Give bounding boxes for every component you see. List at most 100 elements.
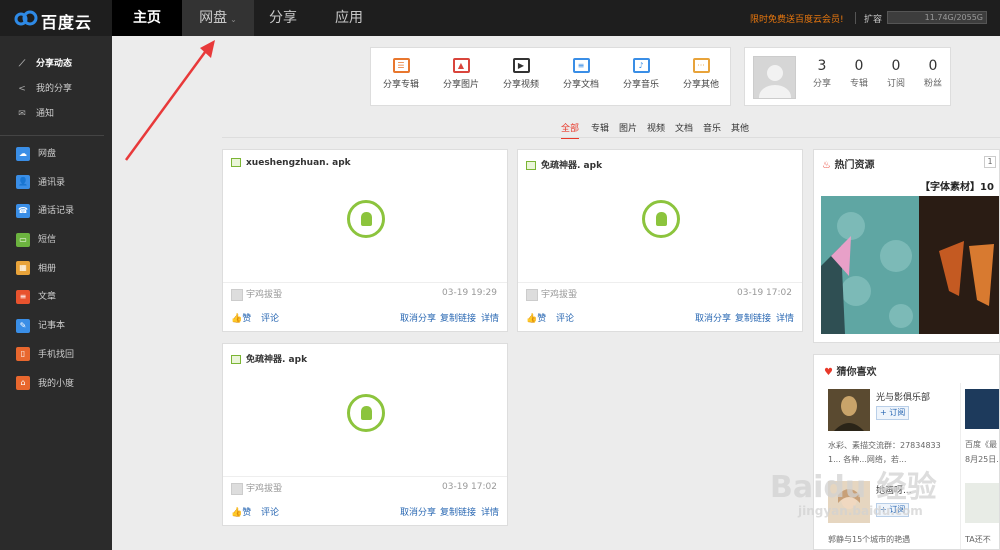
sidebar-item-netdisk[interactable]: ☁ 网盘 — [0, 140, 112, 169]
baidu-cloud-logo[interactable]: 百度云 — [14, 7, 114, 32]
share-album-button[interactable]: ☰ 分享专辑 — [371, 48, 431, 105]
like-button[interactable]: 👍赞 — [526, 311, 546, 324]
nav-apps[interactable]: 应用 — [320, 0, 378, 36]
sidebar-item-contacts[interactable]: 👤 通讯录 — [0, 169, 112, 198]
nav-share-label: 分享 — [269, 10, 297, 26]
card-user[interactable]: 宇鸡拔蛩 — [231, 287, 282, 301]
nav-apps-label: 应用 — [335, 10, 363, 26]
stat-fans[interactable]: 0 粉丝 — [916, 58, 950, 89]
comment-link[interactable]: 评论 — [556, 311, 574, 324]
tab-music[interactable]: 音乐 — [703, 121, 721, 134]
fire-icon: ♨ — [822, 160, 831, 171]
fire-text-image — [919, 196, 999, 334]
sidebar-item-share-activity[interactable]: ⟋ 分享动态 — [0, 52, 104, 77]
cancel-share-link[interactable]: 取消分享 — [400, 505, 436, 518]
recommend-thumbnail[interactable] — [965, 483, 999, 523]
share-card[interactable]: 免疏神器. apk 宇鸡拔蛩 03-19 17:02 👍赞 评论 取消分享 复制… — [517, 149, 803, 332]
music-icon: ♪ — [632, 58, 650, 73]
card-user[interactable]: 宇鸡拔蛩 — [526, 287, 577, 301]
copy-link-link[interactable]: 复制链接 — [440, 311, 476, 324]
share-card[interactable]: 免疏神器. apk 宇鸡拔蛩 03-19 17:02 👍赞 评论 取消分享 复制… — [222, 343, 508, 526]
chevron-down-icon: ⌄ — [230, 15, 237, 24]
like-button[interactable]: 👍赞 — [231, 505, 251, 518]
like-label: 赞 — [242, 314, 252, 324]
card-divider — [518, 282, 802, 283]
sms-icon: ▭ — [16, 232, 30, 247]
card-user[interactable]: 宇鸡拔蛩 — [231, 481, 282, 495]
card-title[interactable]: 免疏神器. apk — [231, 352, 307, 365]
share-music-button[interactable]: ♪ 分享音乐 — [611, 48, 671, 105]
sidebar-item-my-shares[interactable]: < 我的分享 — [0, 77, 104, 102]
sidebar-item-articles[interactable]: ≡ 文章 — [0, 283, 112, 312]
recommend-thumbnail[interactable] — [828, 389, 870, 431]
card-divider — [223, 282, 507, 283]
share-video-button[interactable]: ▶ 分享视频 — [491, 48, 551, 105]
share-other-button[interactable]: ··· 分享其他 — [671, 48, 731, 105]
card-username: 宇鸡拔蛩 — [246, 290, 283, 300]
sidebar-item-label: 通讯录 — [38, 177, 66, 188]
sidebar-item-label: 短信 — [38, 235, 57, 246]
cloud-icon: ☁ — [16, 146, 30, 161]
stat-shares[interactable]: 3 分享 — [805, 58, 839, 89]
cancel-share-link[interactable]: 取消分享 — [695, 311, 731, 324]
image-icon: ▲ — [452, 58, 470, 73]
vip-promo-link[interactable]: 限时免费送百度云会员! — [750, 12, 844, 25]
sidebar-top-list: ⟋ 分享动态 < 我的分享 ✉ 通知 — [0, 52, 104, 127]
android-icon — [347, 200, 385, 238]
hot-page-indicator[interactable]: 1 — [984, 156, 996, 168]
sidebar-item-sms[interactable]: ▭ 短信 — [0, 226, 112, 255]
recommend-thumbnail[interactable] — [965, 389, 999, 429]
portrait-thumbnail-image — [828, 389, 870, 431]
sidebar-item-phone-find[interactable]: ▯ 手机找回 — [0, 341, 112, 370]
tab-images[interactable]: 图片 — [619, 121, 637, 134]
avatar[interactable] — [753, 56, 796, 99]
details-link[interactable]: 详情 — [481, 311, 499, 324]
thumbs-up-icon: 👍 — [231, 508, 243, 518]
like-button[interactable]: 👍赞 — [231, 311, 251, 324]
sidebar-item-label: 记事本 — [38, 321, 66, 332]
sidebar-divider — [0, 135, 104, 136]
hot-resource-title[interactable]: 【字体素材】10 — [920, 178, 994, 193]
hot-resource-image[interactable] — [821, 196, 919, 334]
tab-documents[interactable]: 文档 — [675, 121, 693, 134]
copy-link-link[interactable]: 复制链接 — [735, 311, 771, 324]
comment-link[interactable]: 评论 — [261, 505, 279, 518]
share-image-button[interactable]: ▲ 分享图片 — [431, 48, 491, 105]
nav-netdisk[interactable]: 网盘 ⌄ — [182, 0, 254, 36]
sidebar-item-call-log[interactable]: ☎ 通话记录 — [0, 197, 112, 226]
sidebar-item-photos[interactable]: ▦ 相册 — [0, 255, 112, 284]
sidebar-item-label: 分享动态 — [36, 59, 73, 69]
sidebar-item-notifications[interactable]: ✉ 通知 — [0, 102, 104, 127]
article-icon: ≡ — [16, 289, 30, 304]
details-link[interactable]: 详情 — [776, 311, 794, 324]
share-document-button[interactable]: ≡ 分享文档 — [551, 48, 611, 105]
sidebar-item-xiaodu[interactable]: ⌂ 我的小度 — [0, 370, 112, 399]
copy-link-link[interactable]: 复制链接 — [440, 505, 476, 518]
recommend-name[interactable]: 光与影俱乐部 — [876, 390, 930, 403]
tab-videos[interactable]: 视频 — [647, 121, 665, 134]
comment-link[interactable]: 评论 — [261, 311, 279, 324]
cancel-share-link[interactable]: 取消分享 — [400, 311, 436, 324]
nav-share[interactable]: 分享 — [254, 0, 312, 36]
stat-albums[interactable]: 0 专辑 — [842, 58, 876, 89]
stat-subscriptions[interactable]: 0 订阅 — [879, 58, 913, 89]
stat-label: 订阅 — [886, 79, 905, 89]
profile-panel: 3 分享 0 专辑 0 订阅 0 粉丝 — [744, 47, 951, 106]
other-icon: ··· — [692, 58, 710, 73]
sidebar-item-label: 相册 — [38, 263, 57, 274]
hot-resource-image-2[interactable] — [919, 196, 999, 334]
sidebar-item-notepad[interactable]: ✎ 记事本 — [0, 312, 112, 341]
nav-home[interactable]: 主页 — [112, 0, 182, 36]
tab-albums[interactable]: 专辑 — [591, 121, 609, 134]
share-icon: < — [18, 84, 26, 94]
heart-icon: ♥ — [824, 367, 833, 378]
card-title[interactable]: 免疏神器. apk — [526, 158, 602, 171]
card-title[interactable]: xueshengzhuan. apk — [231, 158, 351, 170]
subscribe-button[interactable]: + 订阅 — [876, 406, 910, 420]
tab-other[interactable]: 其他 — [731, 121, 749, 134]
home-icon: ⌂ — [16, 376, 30, 390]
share-card[interactable]: xueshengzhuan. apk 宇鸡拔蛩 03-19 19:29 👍赞 评… — [222, 149, 508, 332]
details-link[interactable]: 详情 — [481, 505, 499, 518]
sidebar: ⟋ 分享动态 < 我的分享 ✉ 通知 ☁ 网盘 👤 通讯录 ☎ 通话记录 ▭ 短信 ▦ 相册 ≡… — [0, 36, 112, 550]
expand-quota-link[interactable]: 扩容 — [864, 12, 882, 25]
